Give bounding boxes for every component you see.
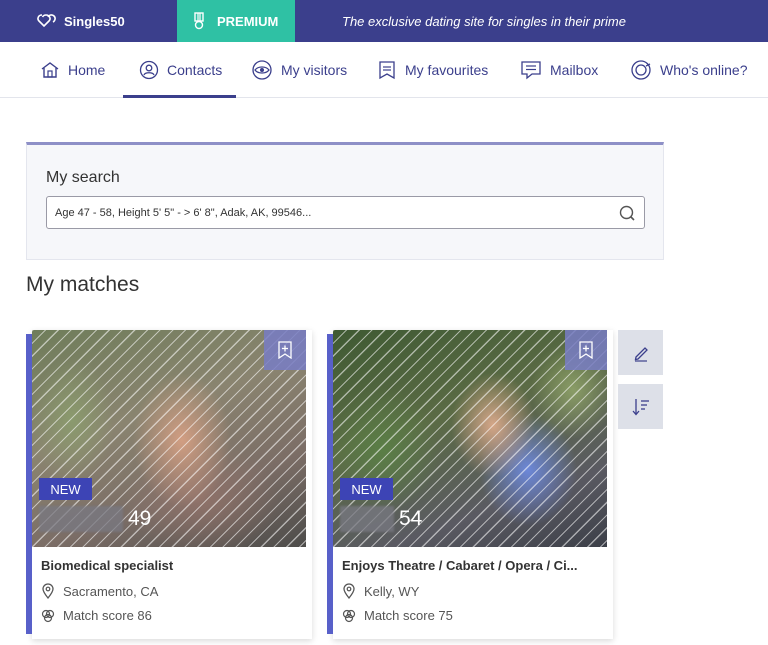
edit-search-button[interactable] [618, 330, 663, 375]
nav-label-home: Home [68, 62, 106, 78]
card-headline: Enjoys Theatre / Cabaret / Opera / Ci... [342, 558, 578, 573]
match-score-text: Match score 86 [63, 608, 152, 623]
card-location: Kelly, WY [342, 583, 419, 599]
bookmark-icon [579, 341, 593, 359]
favourites-icon [379, 61, 395, 80]
profile-photo[interactable]: NEW 49 [32, 330, 306, 547]
mailbox-icon [521, 61, 541, 80]
nav-item-online[interactable]: Who's online? [630, 42, 748, 98]
search-icon[interactable] [618, 204, 636, 222]
logo-icon [37, 14, 56, 28]
top-bar: Singles50 PREMIUM The exclusive dating s… [0, 0, 768, 42]
location-pin-icon [42, 583, 54, 599]
nav-label-contacts: Contacts [167, 62, 223, 78]
card-match-score: Match score 86 [41, 608, 152, 623]
logo[interactable]: Singles50 [36, 0, 125, 42]
bookmark-icon [278, 341, 292, 359]
nav-item-home[interactable]: Home [40, 42, 105, 98]
name-redacted [340, 506, 394, 532]
new-badge: NEW [39, 478, 92, 500]
age-label: 49 [128, 507, 152, 530]
bookmark-button[interactable] [565, 330, 607, 370]
premium-label: PREMIUM [217, 13, 279, 29]
bookmark-button[interactable] [264, 330, 306, 370]
medal-icon [194, 12, 204, 30]
nav-label-favourites: My favourites [405, 62, 489, 78]
tagline: The exclusive dating site for singles in… [342, 13, 626, 29]
nav-label-mailbox: Mailbox [550, 62, 599, 78]
new-badge: NEW [340, 478, 393, 500]
name-redacted [39, 506, 123, 532]
sort-button[interactable] [618, 384, 663, 429]
location-pin-icon [343, 583, 355, 599]
premium-button[interactable]: PREMIUM [177, 0, 295, 42]
match-score-icon [342, 609, 356, 622]
matches-title: My matches [26, 273, 140, 296]
location-text: Kelly, WY [364, 583, 420, 599]
eye-icon [252, 60, 272, 80]
nav-label-visitors: My visitors [281, 62, 348, 78]
nav-item-contacts[interactable]: Contacts [122, 42, 237, 98]
contacts-icon [139, 60, 159, 80]
match-score-text: Match score 75 [364, 608, 453, 623]
nav-label-online: Who's online? [660, 62, 748, 78]
match-score-icon [41, 609, 55, 622]
match-card[interactable]: NEW 49 Biomedical specialist Sacramento,… [26, 330, 312, 639]
search-input[interactable]: Age 47 - 58, Height 5' 5" - > 6' 8", Ada… [46, 196, 645, 229]
search-panel: My search Age 47 - 58, Height 5' 5" - > … [26, 142, 664, 260]
search-value: Age 47 - 58, Height 5' 5" - > 6' 8", Ada… [55, 206, 312, 219]
nav-item-mailbox[interactable]: Mailbox [520, 42, 598, 98]
age-label: 54 [399, 507, 423, 530]
location-text: Sacramento, CA [63, 583, 159, 599]
card-headline: Biomedical specialist [41, 558, 174, 573]
online-icon [631, 60, 651, 80]
home-icon [41, 62, 59, 78]
search-label: My search [46, 169, 120, 186]
sort-icon [632, 398, 649, 415]
pencil-icon [634, 346, 648, 362]
nav-item-visitors[interactable]: My visitors [251, 42, 347, 98]
match-card[interactable]: NEW 54 Enjoys Theatre / Cabaret / Opera … [327, 330, 613, 639]
nav-item-favourites[interactable]: My favourites [377, 42, 488, 98]
logo-text: Singles50 [64, 13, 125, 29]
card-match-score: Match score 75 [342, 608, 453, 623]
card-location: Sacramento, CA [41, 583, 158, 599]
main-nav: Home Contacts My visitors My favourites [0, 42, 768, 98]
profile-photo[interactable]: NEW 54 [333, 330, 607, 547]
